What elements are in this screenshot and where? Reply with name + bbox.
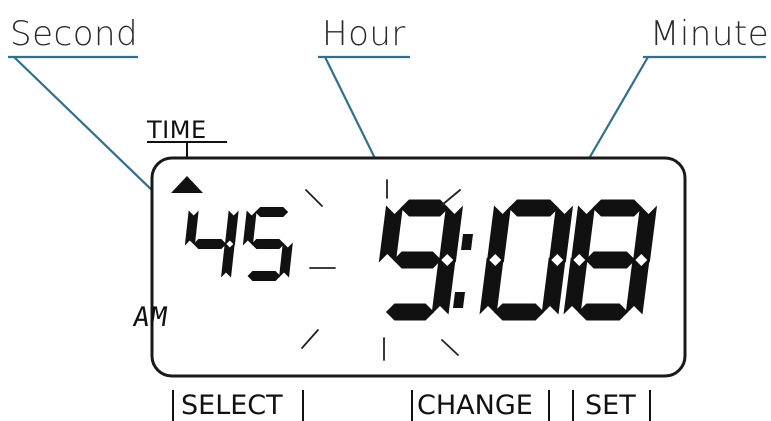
mode-label: TIME bbox=[146, 116, 207, 144]
digit-segment bbox=[385, 303, 435, 321]
digit-segment bbox=[255, 207, 289, 217]
digit-segment bbox=[577, 303, 629, 321]
meridiem-label: AM bbox=[131, 302, 170, 333]
digit-segment bbox=[400, 199, 449, 217]
change-button[interactable]: CHANGE bbox=[411, 390, 550, 421]
set-button[interactable]: SET bbox=[572, 390, 651, 421]
colon-dot bbox=[453, 292, 465, 308]
colon-dot bbox=[461, 234, 473, 250]
digit-segment bbox=[508, 199, 559, 217]
callout-second-label: Second bbox=[10, 14, 138, 54]
callout-minute-label: Minute bbox=[650, 14, 769, 54]
digit-segment bbox=[247, 271, 281, 281]
digit-segment bbox=[585, 251, 636, 269]
select-button[interactable]: SELECT bbox=[172, 390, 304, 421]
digit-segment bbox=[393, 251, 442, 269]
time-setting-diagram: Second Hour Minute TIME AM SELECT CHANGE… bbox=[8, 14, 769, 421]
set-button-label: SET bbox=[585, 390, 636, 421]
digit-segment bbox=[493, 303, 545, 321]
select-button-label: SELECT bbox=[181, 390, 283, 421]
callout-hour-label: Hour bbox=[322, 14, 406, 54]
digit-segment bbox=[251, 239, 285, 249]
change-button-label: CHANGE bbox=[417, 390, 533, 421]
digit-segment bbox=[193, 239, 227, 249]
digit-segment bbox=[592, 199, 643, 217]
